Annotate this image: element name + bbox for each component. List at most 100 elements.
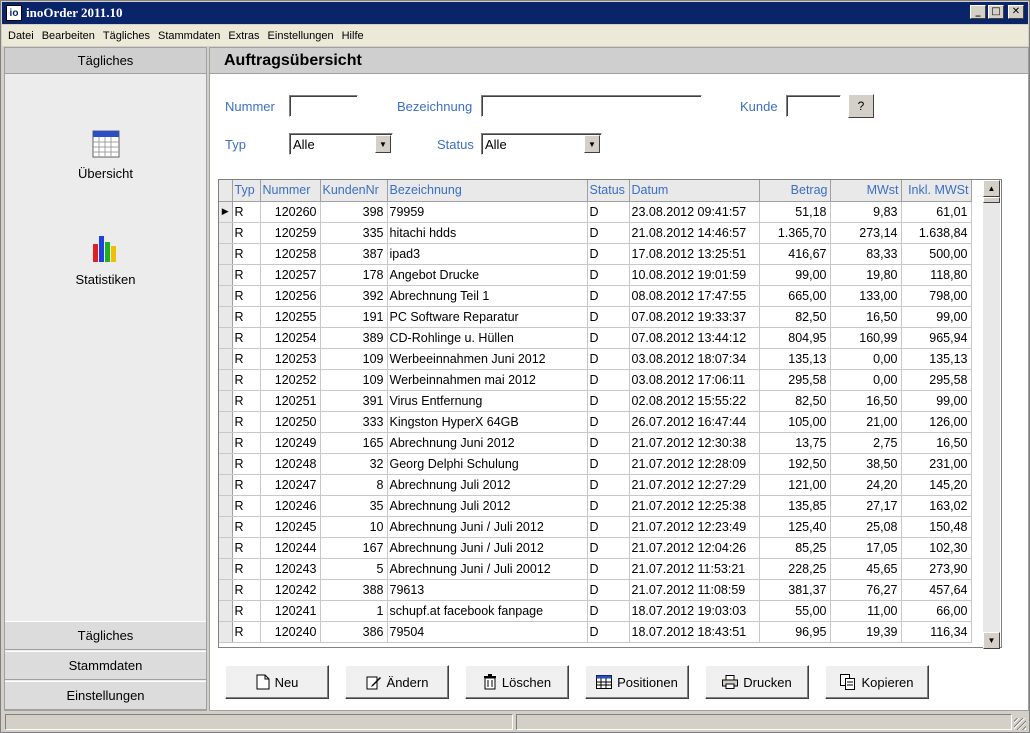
column-header-typ[interactable]: Typ (232, 180, 261, 202)
delete-button-label: Löschen (501, 674, 552, 690)
new-button[interactable]: Neu (225, 665, 329, 699)
table-cell: 51,18 (759, 201, 831, 223)
main-panel: Auftragsübersicht Nummer Bezeichnung Kun… (209, 47, 1029, 711)
menu-hilfe[interactable]: Hilfe (338, 30, 368, 42)
chevron-down-icon[interactable]: ▼ (375, 135, 391, 153)
table-cell: 17,05 (830, 537, 902, 559)
table-row[interactable]: R 120251 391 Virus Entfernung D 02.08.2012 15… (219, 390, 972, 412)
menu-einstellungen[interactable]: Einstellungen (264, 30, 338, 42)
table-cell: 120245 (260, 516, 321, 538)
close-icon[interactable]: ✕ (1008, 5, 1024, 19)
table-cell: 231,00 (901, 453, 972, 475)
menu-taegliches[interactable]: Tägliches (99, 30, 154, 42)
table-cell: D (587, 243, 630, 265)
menu-bearbeiten[interactable]: Bearbeiten (38, 30, 99, 42)
grid-scrollbar[interactable]: ▲ ▼ (983, 180, 1000, 649)
table-row[interactable]: R 120250 333 Kingston HyperX 64GB D 26.07.201… (219, 411, 972, 433)
column-header-bezeichnung[interactable]: Bezeichnung (387, 180, 588, 202)
table-cell: 120254 (260, 327, 321, 349)
sidebar-item-statistiken[interactable]: Statistiken (5, 234, 206, 287)
kunde-input[interactable] (786, 95, 841, 117)
table-row[interactable]: R 120244 167 Abrechnung Juni / Juli 2012 D 21… (219, 537, 972, 559)
minimize-icon[interactable]: _ (970, 5, 986, 19)
scroll-thumb[interactable] (983, 197, 1000, 203)
column-header-inkl-mwst[interactable]: Inkl. MWSt (901, 180, 972, 202)
table-cell: 07.08.2012 19:33:37 (629, 306, 760, 328)
table-row[interactable]: R 120253 109 Werbeeinnahmen Juni 2012 D 03.08… (219, 348, 972, 370)
sidebar-item-uebersicht[interactable]: Übersicht (5, 130, 206, 181)
scroll-down-icon[interactable]: ▼ (983, 632, 1000, 649)
print-button[interactable]: Drucken (705, 665, 809, 699)
kunde-lookup-button[interactable]: ? (848, 94, 874, 118)
table-cell: 163,02 (901, 495, 972, 517)
column-header-status[interactable]: Status (587, 180, 630, 202)
table-cell: D (587, 537, 630, 559)
table-row[interactable]: R 120259 335 hitachi hdds D 21.08.2012 14:46:… (219, 222, 972, 244)
table-cell: 120250 (260, 411, 321, 433)
copy-button[interactable]: Kopieren (825, 665, 929, 699)
scroll-up-icon[interactable]: ▲ (983, 180, 1000, 197)
table-cell: 120243 (260, 558, 321, 580)
nummer-input[interactable] (289, 95, 358, 117)
table-row[interactable]: R 120243 5 Abrechnung Juni / Juli 20012 D 21.… (219, 558, 972, 580)
table-cell: 76,27 (830, 579, 902, 601)
table-row[interactable]: R 120241 1 schupf.at facebook fanpage D 18.07… (219, 600, 972, 622)
menu-stammdaten[interactable]: Stammdaten (154, 30, 224, 42)
edit-icon (366, 676, 381, 690)
column-header-datum[interactable]: Datum (629, 180, 760, 202)
table-cell: 228,25 (759, 558, 831, 580)
resize-grip-icon[interactable] (1014, 718, 1026, 730)
row-indicator (219, 516, 233, 538)
table-cell: 120249 (260, 432, 321, 454)
bezeichnung-input[interactable] (481, 95, 702, 117)
positions-button[interactable]: Positionen (585, 665, 689, 699)
title-bar[interactable]: io inoOrder 2011.10 _ □ ✕ (2, 2, 1028, 24)
table-row[interactable]: R 120258 387 ipad3 D 17.08.2012 13:25:51 416,6… (219, 243, 972, 265)
table-cell: 126,00 (901, 411, 972, 433)
table-cell: D (587, 558, 630, 580)
sidebar-button-stammdaten[interactable]: Stammdaten (5, 651, 206, 680)
column-header-betrag[interactable]: Betrag (759, 180, 831, 202)
menu-datei[interactable]: Datei (2, 30, 38, 42)
table-row[interactable]: R 120245 10 Abrechnung Juni / Juli 2012 D 21.… (219, 516, 972, 538)
table-cell: 07.08.2012 13:44:12 (629, 327, 760, 349)
column-header-kundennr[interactable]: KundenNr (320, 180, 388, 202)
table-row[interactable]: R 120256 392 Abrechnung Teil 1 D 08.08.2012 1… (219, 285, 972, 307)
table-row[interactable]: R 120252 109 Werbeinnahmen mai 2012 D 03.08.2… (219, 369, 972, 391)
menu-extras[interactable]: Extras (224, 30, 263, 42)
chevron-down-icon[interactable]: ▼ (584, 135, 600, 153)
column-header-mwst[interactable]: MWst (830, 180, 902, 202)
sidebar-item-label: Statistiken (75, 272, 136, 287)
delete-button[interactable]: Löschen (465, 665, 569, 699)
table-row[interactable]: ▶ R 120260 398 79959 D 23.08.2012 09:41:57 51,1… (219, 201, 972, 223)
table-cell: D (587, 579, 630, 601)
maximize-icon[interactable]: □ (988, 5, 1004, 19)
table-row[interactable]: R 120242 388 79613 D 21.07.2012 11:08:59 381,3… (219, 579, 972, 601)
table-cell: D (587, 369, 630, 391)
table-row[interactable]: R 120248 32 Georg Delphi Schulung D 21.07.201… (219, 453, 972, 475)
table-cell: 135,13 (901, 348, 972, 370)
table-cell: 120240 (260, 621, 321, 643)
table-row[interactable]: R 120255 191 PC Software Reparatur D 07.08.20… (219, 306, 972, 328)
edit-button[interactable]: Ändern (345, 665, 449, 699)
table-cell: PC Software Reparatur (387, 306, 588, 328)
row-indicator (219, 600, 233, 622)
orders-grid[interactable]: Typ Nummer KundenNr Bezeichnung Status D… (218, 179, 1002, 648)
table-row[interactable]: R 120240 386 79504 D 18.07.2012 18:43:51 96,95… (219, 621, 972, 643)
typ-select[interactable]: Alle ▼ (289, 133, 393, 155)
status-select[interactable]: Alle ▼ (481, 133, 602, 155)
table-cell: R (232, 201, 261, 223)
table-row[interactable]: R 120247 8 Abrechnung Juli 2012 D 21.07.2012 … (219, 474, 972, 496)
sidebar-button-einstellungen[interactable]: Einstellungen (5, 681, 206, 710)
table-row[interactable]: R 120246 35 Abrechnung Juli 2012 D 21.07.2012… (219, 495, 972, 517)
table-cell: Kingston HyperX 64GB (387, 411, 588, 433)
column-header-nummer[interactable]: Nummer (260, 180, 321, 202)
table-row[interactable]: R 120254 389 CD-Rohlinge u. Hüllen D 07.08.20… (219, 327, 972, 349)
table-row[interactable]: R 120249 165 Abrechnung Juni 2012 D 21.07.201… (219, 432, 972, 454)
table-cell: 1.638,84 (901, 222, 972, 244)
table-cell: 500,00 (901, 243, 972, 265)
row-indicator-header (219, 180, 233, 202)
table-cell: 26.07.2012 16:47:44 (629, 411, 760, 433)
sidebar-button-taegliches[interactable]: Tägliches (5, 621, 206, 650)
table-row[interactable]: R 120257 178 Angebot Drucke D 10.08.2012 19:0… (219, 264, 972, 286)
